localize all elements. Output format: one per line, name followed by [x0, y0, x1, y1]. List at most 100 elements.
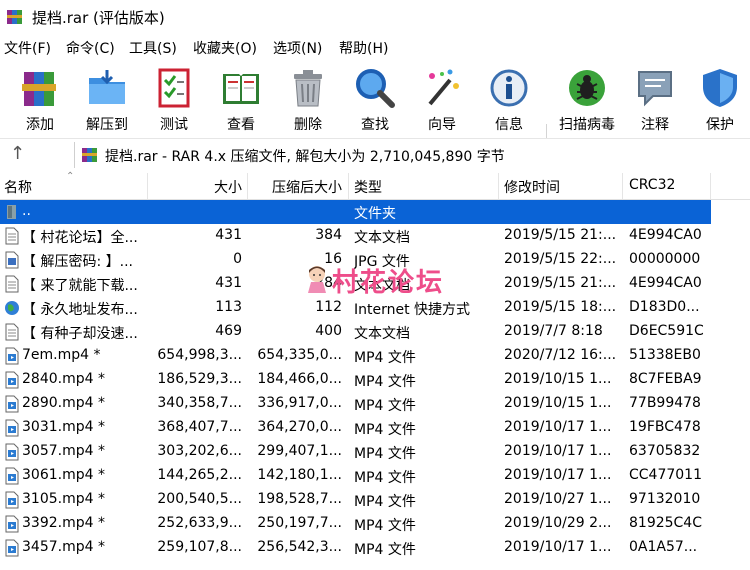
file-row[interactable]: 3105.mp4 * 200,540,5... 198,528,7... MP4 文件…	[0, 488, 711, 512]
file-packed-size: 184,466,0...	[257, 371, 342, 387]
file-row[interactable]: 2890.mp4 * 340,358,7... 336,917,0... MP4 文件…	[0, 392, 711, 416]
file-name: 2890.mp4 *	[22, 395, 105, 411]
address-bar: ↑ 提档.rar - RAR 4.x 压缩文件, 解包大小为 2,710,045…	[0, 138, 750, 174]
comment-button[interactable]: 注释	[623, 64, 687, 136]
header-packed[interactable]: 压缩后大小	[250, 177, 342, 197]
info-label: 信息	[495, 117, 523, 133]
add-button[interactable]: 添加	[8, 64, 72, 136]
find-button[interactable]: 查找	[343, 64, 407, 136]
file-type: MP4 文件	[354, 470, 416, 486]
video-file-icon	[4, 347, 20, 365]
file-type: MP4 文件	[354, 494, 416, 510]
header-name[interactable]: 名称	[4, 177, 32, 197]
winrar-app-icon	[7, 10, 22, 24]
forum-watermark: 村花论坛	[304, 262, 464, 298]
virus-scan-label: 扫描病毒	[559, 117, 615, 133]
file-type: MP4 文件	[354, 350, 416, 366]
file-row[interactable]: 2840.mp4 * 186,529,3... 184,466,0... MP4 文件…	[0, 368, 711, 392]
file-type: Internet 快捷方式	[354, 302, 471, 318]
menu-tools[interactable]: 工具(S)	[129, 38, 177, 58]
test-button[interactable]: 测试	[142, 64, 206, 136]
header-divider[interactable]	[348, 173, 349, 199]
wizard-button[interactable]: 向导	[410, 64, 474, 136]
extract-to-button[interactable]: 解压到	[75, 64, 139, 136]
file-size: 368,407,7...	[157, 419, 242, 435]
file-name: 【 来了就能下载...	[22, 278, 138, 294]
info-button[interactable]: 信息	[477, 64, 541, 136]
file-row[interactable]: 【 村花论坛】全... 431 384 文本文档 2019/5/15 21:... 4E9…	[0, 224, 711, 248]
file-packed-size: 198,528,7...	[257, 491, 342, 507]
file-row[interactable]: 【 永久地址发布... 113 112 Internet 快捷方式 2019/5/15 …	[0, 296, 711, 320]
file-row[interactable]: 3061.mp4 * 144,265,2... 142,180,1... MP4 文件…	[0, 464, 711, 488]
file-row[interactable]: 7em.mp4 * 654,998,3... 654,335,0... MP4 文件 2…	[0, 344, 711, 368]
header-crc[interactable]: CRC32	[629, 177, 675, 193]
view-label: 查看	[227, 117, 255, 133]
file-modified-time: 2019/10/17 1...	[504, 419, 612, 435]
header-type[interactable]: 类型	[354, 177, 382, 197]
header-divider[interactable]	[622, 173, 623, 199]
header-divider[interactable]	[247, 173, 248, 199]
rar-archive-icon	[82, 148, 97, 162]
file-row[interactable]: 【 有种子却没速... 469 400 文本文档 2019/7/7 8:18 D6EC59…	[0, 320, 711, 344]
add-archive-icon	[22, 72, 56, 106]
video-file-icon	[4, 395, 20, 413]
delete-button[interactable]: 删除	[276, 64, 340, 136]
test-label: 测试	[160, 117, 188, 133]
file-row[interactable]: 3057.mp4 * 303,202,6... 299,407,1... MP4 文件…	[0, 440, 711, 464]
file-size: 113	[215, 299, 242, 315]
file-size: 469	[215, 323, 242, 339]
file-packed-size: 384	[315, 227, 342, 243]
cartoon-girl-icon	[308, 266, 326, 293]
header-mtime[interactable]: 修改时间	[504, 177, 560, 197]
header-divider[interactable]	[498, 173, 499, 199]
file-crc32: 63705832	[629, 443, 701, 459]
file-name: ..	[22, 203, 31, 219]
protect-button[interactable]: 保护	[690, 64, 750, 136]
virus-scan-button[interactable]: 扫描病毒	[552, 64, 622, 136]
file-name: 【 解压密码: 】...	[22, 254, 133, 270]
file-name: 【 有种子却没速...	[22, 326, 138, 342]
file-name: 3061.mp4 *	[22, 467, 105, 483]
title-bar: 提档.rar (评估版本)	[0, 0, 750, 34]
header-size[interactable]: 大小	[150, 177, 242, 197]
menu-file[interactable]: 文件(F)	[4, 38, 51, 58]
header-divider[interactable]	[710, 173, 711, 199]
video-file-icon	[4, 419, 20, 437]
menu-favorites[interactable]: 收藏夹(O)	[193, 38, 257, 58]
header-divider[interactable]	[147, 173, 148, 199]
address-field[interactable]: 提档.rar - RAR 4.x 压缩文件, 解包大小为 2,710,045,8…	[74, 142, 750, 168]
file-type: MP4 文件	[354, 422, 416, 438]
up-arrow-icon[interactable]: ↑	[10, 143, 25, 164]
column-header: ⌃ 名称 大小 压缩后大小 类型 修改时间 CRC32	[0, 171, 750, 200]
wizard-label: 向导	[428, 117, 456, 133]
file-crc32: 8C7FEBA9	[629, 371, 702, 387]
file-size: 200,540,5...	[157, 491, 242, 507]
file-packed-size: 256,542,3...	[257, 539, 342, 555]
file-type: MP4 文件	[354, 542, 416, 558]
find-label: 查找	[361, 117, 389, 133]
video-file-icon	[4, 539, 20, 557]
file-crc32: 81925C4C	[629, 515, 702, 531]
file-type: MP4 文件	[354, 446, 416, 462]
menu-options[interactable]: 选项(N)	[273, 38, 322, 58]
menu-commands[interactable]: 命令(C)	[66, 38, 115, 58]
file-size: 431	[215, 275, 242, 291]
text-file-icon	[4, 323, 20, 341]
file-size: 252,633,9...	[157, 515, 242, 531]
file-row[interactable]: .. 文件夹	[0, 200, 711, 224]
menu-help[interactable]: 帮助(H)	[339, 38, 388, 58]
file-name: 3105.mp4 *	[22, 491, 105, 507]
file-modified-time: 2019/10/27 1...	[504, 491, 612, 507]
file-row[interactable]: 3392.mp4 * 252,633,9... 250,197,7... MP4 文件…	[0, 512, 711, 536]
window-title: 提档.rar (评估版本)	[32, 9, 165, 27]
file-size: 186,529,3...	[157, 371, 242, 387]
file-row[interactable]: 3457.mp4 * 259,107,8... 256,542,3... MP4 文件…	[0, 536, 711, 560]
protect-label: 保护	[706, 117, 734, 133]
file-row[interactable]: 3031.mp4 * 368,407,7... 364,270,0... MP4 文件…	[0, 416, 711, 440]
file-modified-time: 2019/5/15 18:...	[504, 299, 617, 315]
address-text: 提档.rar - RAR 4.x 压缩文件, 解包大小为 2,710,045,8…	[105, 149, 505, 165]
file-crc32: 19FBC478	[629, 419, 701, 435]
file-name: 7em.mp4 *	[22, 347, 101, 363]
file-type: 文件夹	[354, 206, 396, 222]
view-button[interactable]: 查看	[209, 64, 273, 136]
